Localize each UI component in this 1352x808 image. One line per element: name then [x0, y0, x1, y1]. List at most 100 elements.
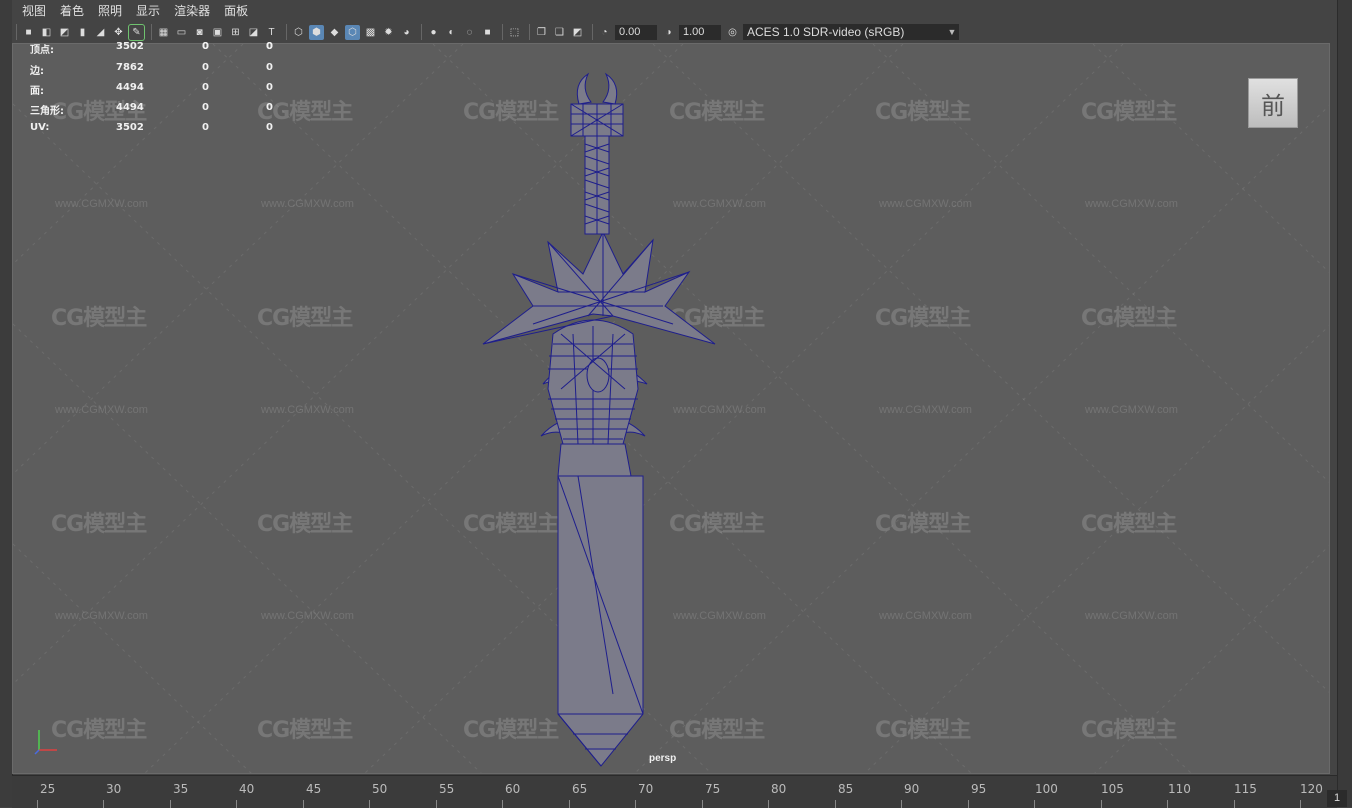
hud-value: 0	[202, 82, 209, 93]
chevron-down-icon: ▼	[947, 27, 957, 37]
hud-label: 三角形:	[30, 106, 64, 117]
hud-value: 7862	[116, 62, 144, 73]
timeline-tick-label: 115	[1234, 782, 1257, 796]
time-slider[interactable]: 25 30 35 40 45 50 55 60 65 70 75 80 85 9…	[12, 775, 1337, 808]
field-chart-icon[interactable]: ⊞	[228, 25, 243, 40]
xray-icon[interactable]: ❐	[534, 25, 549, 40]
depth-of-field-icon[interactable]: ■	[480, 25, 495, 40]
lights-icon[interactable]: ✹	[381, 25, 396, 40]
gate-mask-icon[interactable]: ▣	[210, 25, 225, 40]
toolbar-separator	[151, 24, 152, 40]
panel-menu-bar: 视图 着色 照明 显示 渲染器 面板	[12, 0, 1337, 21]
exposure-field[interactable]: 0.00	[615, 24, 657, 40]
default-material-icon[interactable]: ◆	[327, 25, 342, 40]
timeline-tick-label: 25	[40, 782, 56, 796]
timeline-tick-label: 75	[705, 782, 721, 796]
color-management-icon[interactable]: ◎	[725, 25, 740, 40]
timeline-tick-label: 60	[505, 782, 521, 796]
timeline-tick-label: 50	[372, 782, 388, 796]
view-cube-face-label: 前	[1261, 91, 1285, 120]
wireframe-icon[interactable]: ⬡	[291, 25, 306, 40]
menu-renderer[interactable]: 渲染器	[174, 2, 210, 19]
anti-aliasing-icon[interactable]: ◌	[462, 25, 477, 40]
timeline-tick-label: 120	[1300, 782, 1323, 796]
hud-value: 0	[202, 41, 209, 52]
hud-value: 0	[266, 122, 273, 133]
hud-value: 4494	[116, 102, 144, 113]
xray-joints-icon[interactable]: ❑	[552, 25, 567, 40]
grid-icon[interactable]: ▦	[156, 25, 171, 40]
view-cube[interactable]: 前	[1248, 78, 1298, 128]
hud-value: 0	[202, 102, 209, 113]
hud-value: 4494	[116, 82, 144, 93]
camera-attributes-icon[interactable]: ◧	[39, 25, 54, 40]
menu-view[interactable]: 视图	[22, 2, 46, 19]
smooth-shade-icon[interactable]: ⬢	[309, 24, 324, 40]
maya-window: 视图 着色 照明 显示 渲染器 面板 ■ ◧ ◩ ▮ ◢ ✥ ✎ ▦ ▭ ◙ ▣…	[0, 0, 1352, 808]
gamma-icon[interactable]: ◑	[661, 25, 676, 40]
toolbar-separator	[592, 24, 593, 40]
view-transform-value: ACES 1.0 SDR-video (sRGB)	[747, 25, 905, 39]
backface-culling-icon[interactable]: ◩	[570, 25, 585, 40]
timeline-tick-label: 35	[173, 782, 189, 796]
hud-value: 3502	[116, 122, 144, 133]
menu-lighting[interactable]: 照明	[98, 2, 122, 19]
toolbar-handle	[16, 24, 17, 40]
timeline-tick-label: 95	[971, 782, 987, 796]
timeline-tick-label: 65	[572, 782, 588, 796]
timeline-tick-label: 110	[1168, 782, 1191, 796]
2d-pan-zoom-icon[interactable]: ✥	[111, 25, 126, 40]
hud-label: 顶点:	[30, 45, 54, 56]
menu-shading[interactable]: 着色	[60, 2, 84, 19]
shadows-icon[interactable]: ◕	[399, 25, 414, 40]
timeline-tick-label: 90	[904, 782, 920, 796]
timeline-tick-label: 55	[439, 782, 455, 796]
axis-indicator	[34, 730, 57, 755]
hud-label: 边:	[30, 66, 44, 77]
current-frame-field[interactable]: 1	[1327, 790, 1347, 807]
toolbar-separator	[502, 24, 503, 40]
bookmark-icon[interactable]: ▮	[75, 25, 90, 40]
hud-row-vertices	[16, 41, 276, 55]
isolate-select-icon[interactable]: ⬚	[507, 25, 522, 40]
hud-value: 0	[266, 62, 273, 73]
menu-show[interactable]: 显示	[136, 2, 160, 19]
safe-action-icon[interactable]: ◪	[246, 25, 261, 40]
timeline-tick-label: 80	[771, 782, 787, 796]
timeline-tick-label: 105	[1101, 782, 1124, 796]
perspective-viewport[interactable]: CG模型主 CG模型主 CG模型主 CG模型主 CG模型主 CG模型主 CG模型…	[12, 43, 1330, 774]
hud-value: 0	[266, 102, 273, 113]
gamma-field[interactable]: 1.00	[679, 24, 721, 40]
camera-icon[interactable]: ■	[21, 25, 36, 40]
textured-icon[interactable]: ▩	[363, 25, 378, 40]
menu-panels[interactable]: 面板	[224, 2, 248, 19]
right-panel-strip	[1337, 0, 1352, 807]
camera-name-label: persp	[649, 753, 677, 764]
hud-value: 0	[266, 41, 273, 52]
timeline-tick-label: 100	[1035, 782, 1058, 796]
hud-value: 0	[266, 82, 273, 93]
resolution-gate-icon[interactable]: ◙	[192, 25, 207, 40]
film-gate-icon[interactable]: ▭	[174, 25, 189, 40]
image-plane-icon[interactable]: ◢	[93, 25, 108, 40]
timeline-tick-label: 45	[306, 782, 322, 796]
toolbar-separator	[421, 24, 422, 40]
screen-space-ao-icon[interactable]: ●	[426, 25, 441, 40]
wireframe-on-shaded-icon[interactable]: ⬡	[345, 24, 360, 40]
hud-value: 0	[202, 62, 209, 73]
hud-label: UV:	[30, 122, 50, 133]
toolbar-separator	[286, 24, 287, 40]
grease-pencil-icon[interactable]: ✎	[128, 23, 145, 41]
motion-blur-icon[interactable]: ◐	[444, 25, 459, 40]
exposure-icon[interactable]: ◔	[597, 25, 612, 40]
sword-mesh[interactable]	[13, 44, 1330, 774]
hud-value: 0	[202, 122, 209, 133]
timeline-tick-label: 85	[838, 782, 854, 796]
bookmark-camera-icon[interactable]: ◩	[57, 25, 72, 40]
safe-title-icon[interactable]: T	[264, 25, 279, 40]
timeline-tick-label: 40	[239, 782, 255, 796]
panel-toolbar: ■ ◧ ◩ ▮ ◢ ✥ ✎ ▦ ▭ ◙ ▣ ⊞ ◪ T ⬡ ⬢ ◆ ⬡ ▩ ✹ …	[12, 21, 1337, 43]
hud-label: 面:	[30, 86, 44, 97]
timeline-tick-label: 30	[106, 782, 122, 796]
view-transform-dropdown[interactable]: ACES 1.0 SDR-video (sRGB) ▼	[743, 24, 959, 40]
